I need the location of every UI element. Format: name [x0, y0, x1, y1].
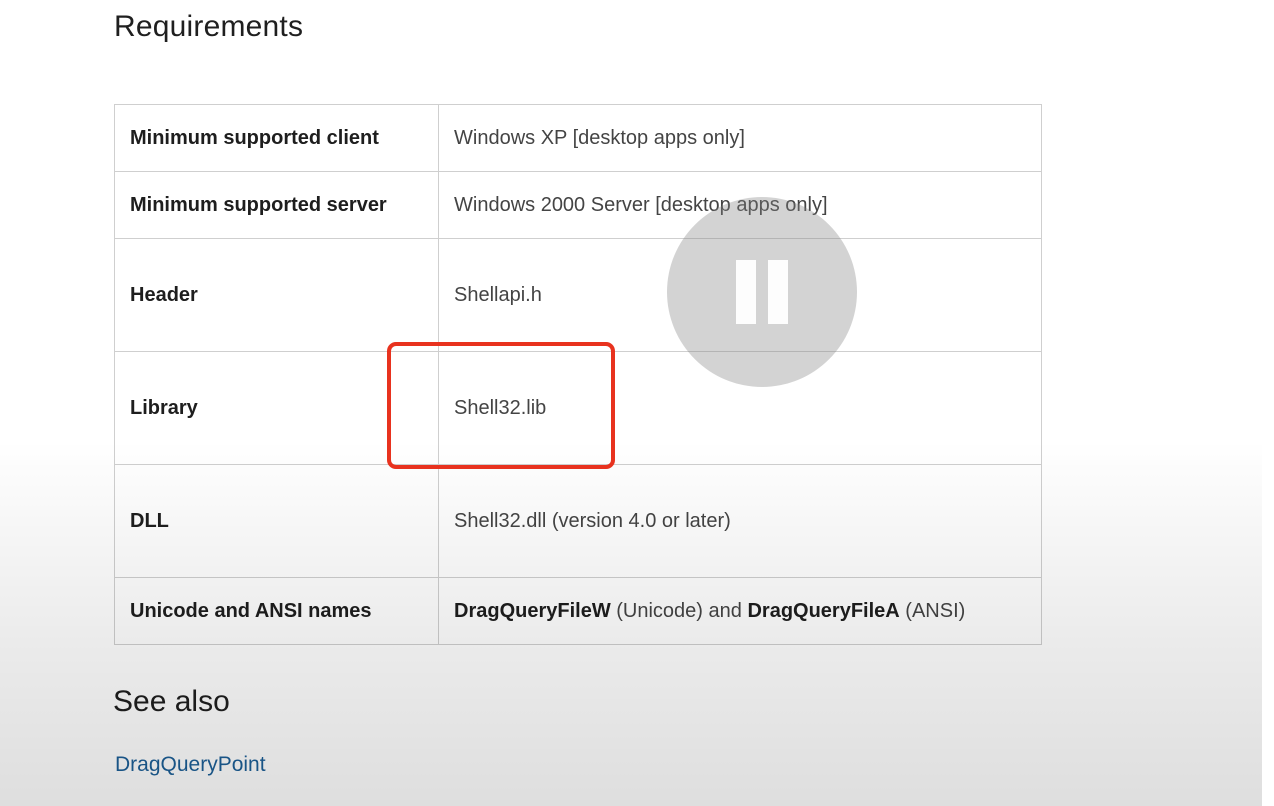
- table-row: Header Shellapi.h: [114, 238, 1042, 352]
- row-key: Minimum supported client: [114, 104, 439, 172]
- unicode-suffix: (Unicode): [616, 599, 703, 622]
- row-key: Library: [114, 351, 439, 465]
- table-row: Minimum supported client Windows XP [des…: [114, 104, 1042, 172]
- requirements-heading: Requirements: [114, 10, 304, 43]
- dragquerypoint-link[interactable]: DragQueryPoint: [115, 753, 266, 777]
- row-value: Windows XP [desktop apps only]: [438, 104, 1042, 172]
- unicode-function-name: DragQueryFileW: [454, 599, 611, 622]
- ansi-suffix: (ANSI): [905, 599, 966, 622]
- see-also-heading: See also: [113, 685, 230, 718]
- pause-bar-left: [736, 260, 756, 324]
- table-row: Unicode and ANSI names DragQueryFileW (U…: [114, 577, 1042, 645]
- row-key: DLL: [114, 464, 439, 578]
- pause-icon[interactable]: [667, 197, 857, 387]
- table-row: Minimum supported server Windows 2000 Se…: [114, 171, 1042, 239]
- pause-bar-right: [768, 260, 788, 324]
- table-row: Library Shell32.lib: [114, 351, 1042, 465]
- joiner-text: and: [708, 599, 742, 622]
- ansi-function-name: DragQueryFileA: [747, 599, 900, 622]
- requirements-table: Minimum supported client Windows XP [des…: [114, 104, 1042, 645]
- row-value: DragQueryFileW (Unicode) and DragQueryFi…: [438, 577, 1042, 645]
- row-key: Header: [114, 238, 439, 352]
- row-key: Unicode and ANSI names: [114, 577, 439, 645]
- row-key: Minimum supported server: [114, 171, 439, 239]
- right-edge-strip: [1262, 0, 1274, 806]
- table-row: DLL Shell32.dll (version 4.0 or later): [114, 464, 1042, 578]
- row-value: Shell32.dll (version 4.0 or later): [438, 464, 1042, 578]
- documentation-page: Requirements Minimum supported client Wi…: [0, 0, 1274, 806]
